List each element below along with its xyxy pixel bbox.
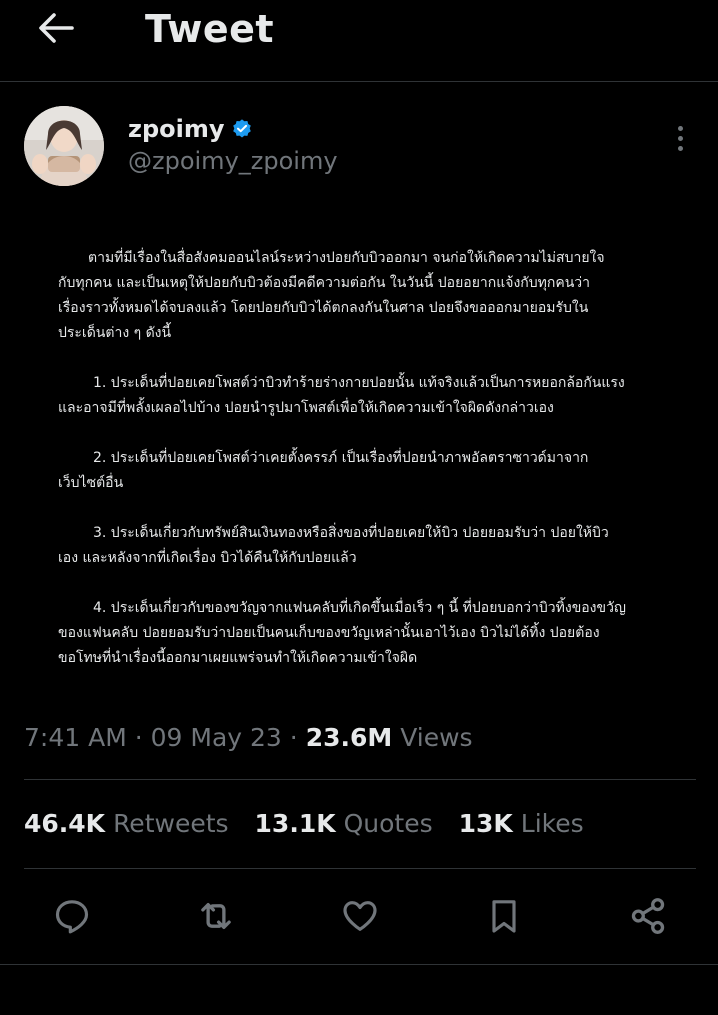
- post-paragraph: 1. ประเด็นที่ปอยเคยโพสต์ว่าบิวทำร้ายร่าง…: [58, 375, 625, 416]
- bookmark-icon: [492, 900, 516, 933]
- reply-icon: [55, 900, 89, 934]
- meta-separator: ·: [289, 723, 298, 752]
- engagement-stats: 46.4K Retweets 13.1K Quotes 13K Likes: [24, 806, 610, 842]
- more-dot: [677, 145, 683, 151]
- divider: [24, 779, 696, 780]
- like-button[interactable]: [338, 894, 382, 938]
- divider: [24, 868, 696, 869]
- post-paragraph: 4. ประเด็นเกี่ยวกับของขวัญจากแฟนคลับที่เ…: [58, 600, 626, 666]
- views-count: 23.6M: [305, 723, 393, 752]
- avatar-image: [24, 106, 104, 186]
- tweet-time[interactable]: 7:41 AM: [24, 723, 127, 752]
- author-name[interactable]: zpoimy: [128, 113, 253, 145]
- author-display-name: zpoimy: [128, 115, 225, 143]
- like-icon: [343, 901, 377, 931]
- more-options-button[interactable]: [664, 120, 696, 156]
- retweets-label: Retweets: [113, 809, 229, 838]
- arrow-left-icon: [39, 13, 74, 43]
- verified-badge-icon: [232, 119, 251, 138]
- page-title: Tweet: [145, 7, 275, 51]
- retweets-count: 46.4K: [24, 809, 106, 838]
- bookmark-button[interactable]: [482, 894, 526, 938]
- quotes-label: Quotes: [343, 809, 433, 838]
- post-paragraph: 2. ประเด็นที่ปอยเคยโพสต์ว่าเคยตั้งครรภ์ …: [58, 450, 589, 491]
- retweet-icon: [201, 902, 231, 930]
- more-dot: [677, 135, 683, 141]
- back-button[interactable]: [34, 8, 78, 48]
- tweet-meta: 7:41 AM · 09 May 23 · 23.6M Views: [24, 720, 473, 756]
- reply-button[interactable]: [50, 894, 94, 938]
- top-bar: Tweet: [0, 0, 718, 82]
- share-icon: [631, 898, 665, 934]
- likes-label: Likes: [520, 809, 584, 838]
- tweet-date[interactable]: 09 May 23: [151, 723, 282, 752]
- post-paragraph: 3. ประเด็นเกี่ยวกับทรัพย์สินเงินทองหรือส…: [58, 525, 609, 566]
- post-image[interactable]: ตามที่มีเรื่องในสื่อสังคมออนไลน์ระหว่างป…: [24, 208, 694, 700]
- meta-separator: ·: [134, 723, 143, 752]
- quotes-count: 13.1K: [254, 809, 336, 838]
- retweets-stat[interactable]: 46.4K Retweets: [24, 806, 229, 842]
- quotes-stat[interactable]: 13.1K Quotes: [255, 806, 433, 842]
- likes-count: 13K: [458, 809, 513, 838]
- avatar[interactable]: [24, 106, 104, 186]
- retweet-button[interactable]: [194, 894, 238, 938]
- likes-stat[interactable]: 13K Likes: [459, 806, 584, 842]
- divider: [0, 964, 718, 965]
- share-button[interactable]: [626, 894, 670, 938]
- more-dot: [677, 125, 683, 131]
- post-paragraph: ตามที่มีเรื่องในสื่อสังคมออนไลน์ระหว่างป…: [58, 250, 605, 341]
- tweet-page: Tweet zpoimy @zpoimy_zpoimy ตามที่มีเรื่…: [0, 0, 718, 1015]
- author-handle[interactable]: @zpoimy_zpoimy: [128, 145, 338, 177]
- views-label: Views: [400, 723, 473, 752]
